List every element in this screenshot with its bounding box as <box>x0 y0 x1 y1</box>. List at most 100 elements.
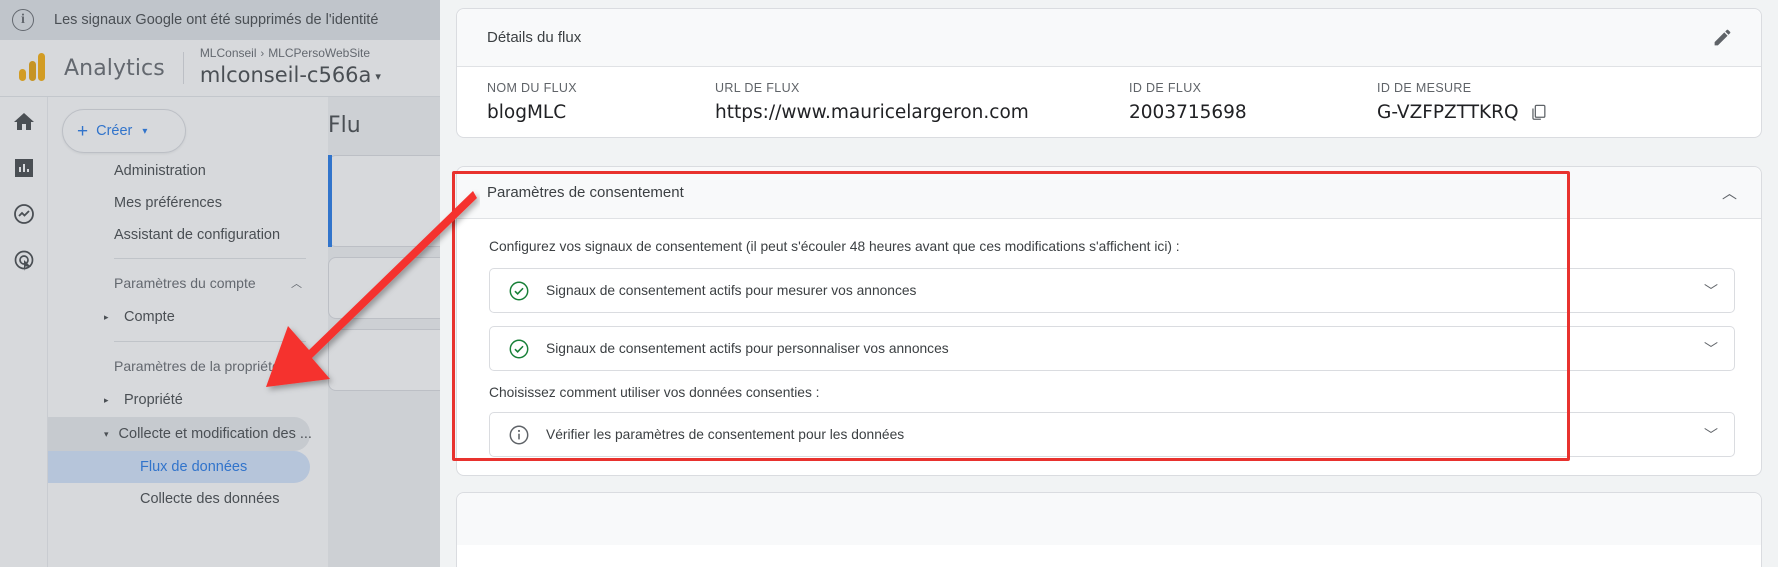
triangle-right-icon: ▸ <box>104 394 109 405</box>
consent-description: Configurez vos signaux de consentement (… <box>489 239 1180 254</box>
chevron-down-icon: ▾ <box>375 69 381 83</box>
sidebar-item-administration[interactable]: Administration <box>48 155 328 187</box>
chevron-down-icon[interactable]: ﹀ <box>1704 281 1718 301</box>
peek-card <box>328 257 440 319</box>
stream-details-card: Détails du flux NOM DU FLUX blogMLC URL … <box>456 8 1762 138</box>
field-measurement-id: ID DE MESURE G-VZFPZTTKRQ <box>1377 81 1739 123</box>
consent-settings-wrapper: Paramètres de consentement ︿ Configurez … <box>456 166 1762 476</box>
page-title: Flu <box>328 113 361 138</box>
triangle-right-icon: ▸ <box>104 311 109 322</box>
chevron-down-icon[interactable]: ﹀ <box>1704 425 1718 445</box>
peek-card-accent <box>328 155 332 247</box>
sidebar-item-collecte-modification[interactable]: ▾ Collecte et modification des ... <box>48 417 312 451</box>
next-section-header <box>457 493 1761 545</box>
sidebar-group-property-settings[interactable]: Paramètres de la propriété ︿ <box>48 349 328 383</box>
triangle-down-icon: ▾ <box>104 428 109 439</box>
property-name[interactable]: mlconseil-c566a ▾ <box>200 62 381 90</box>
notification-text: Les signaux Google ont été supprimés de … <box>54 12 379 28</box>
copy-icon[interactable] <box>1529 103 1548 122</box>
field-value: G-VZFPZTTKRQ <box>1377 102 1519 123</box>
breadcrumb: MLConseil › MLCPersoWebSite <box>200 46 381 62</box>
create-button[interactable]: + Créer ▾ <box>62 109 186 153</box>
info-icon: i <box>12 9 34 31</box>
pencil-icon <box>1714 29 1730 46</box>
chevron-up-icon[interactable]: ︿ <box>1722 182 1737 203</box>
consent-row-verify-settings[interactable]: Vérifier les paramètres de consentement … <box>489 412 1735 457</box>
sidebar-item-label: Administration <box>114 163 206 179</box>
create-button-label: Créer <box>96 123 133 139</box>
plus-icon: + <box>77 120 89 142</box>
advertising-icon[interactable] <box>11 247 37 273</box>
sidebar-item-label: Collecte des données <box>140 491 280 507</box>
sidebar-group-account-settings[interactable]: Paramètres du compte ︿ <box>48 266 328 300</box>
sidebar-item-propriete[interactable]: ▸ Propriété <box>48 383 328 417</box>
reports-icon[interactable] <box>11 155 37 181</box>
chevron-down-icon: ▾ <box>142 125 148 137</box>
consent-row-label: Signaux de consentement actifs pour mesu… <box>546 283 917 298</box>
sidebar-divider <box>114 258 306 259</box>
sidebar-item-compte[interactable]: ▸ Compte <box>48 300 328 334</box>
sidebar-group-label: Paramètres du compte <box>114 275 256 291</box>
edit-button[interactable] <box>1705 21 1739 55</box>
field-label: URL DE FLUX <box>715 81 800 95</box>
consent-row-measure-ads[interactable]: Signaux de consentement actifs pour mesu… <box>489 268 1735 313</box>
analytics-wordmark: Analytics <box>64 55 165 81</box>
analytics-app-background: i Les signaux Google ont été supprimés d… <box>0 0 440 567</box>
consent-settings-title: Paramètres de consentement <box>487 184 684 201</box>
next-section-card <box>456 492 1762 567</box>
stream-detail-panel: Détails du flux NOM DU FLUX blogMLC URL … <box>440 0 1778 567</box>
consent-row-personalize-ads[interactable]: Signaux de consentement actifs pour pers… <box>489 326 1735 371</box>
icon-rail <box>0 97 48 567</box>
sidebar-divider <box>114 341 306 342</box>
sidebar-item-label: Compte <box>124 309 175 325</box>
stream-details-title: Détails du flux <box>487 29 582 46</box>
field-value: https://www.mauricelargeron.com <box>715 102 1029 123</box>
sidebar-item-collecte-des-donnees[interactable]: Collecte des données <box>48 483 328 515</box>
sidebar-item-flux-de-donnees[interactable]: Flux de données <box>48 451 310 483</box>
sidebar-item-label: Assistant de configuration <box>114 227 281 243</box>
breadcrumb-account: MLConseil <box>199 46 257 61</box>
field-label: ID DE MESURE <box>1377 81 1472 95</box>
stream-details-header: Détails du flux <box>457 9 1761 67</box>
sidebar-item-setup-assistant[interactable]: Assistant de configuration <box>48 219 328 251</box>
content-area-peek: Flu <box>328 97 440 567</box>
chevron-down-icon[interactable]: ﹀ <box>1704 339 1718 359</box>
notification-banner: i Les signaux Google ont été supprimés d… <box>0 0 440 40</box>
field-stream-id: ID DE FLUX 2003715698 <box>1129 81 1377 123</box>
consent-settings-body: Configurez vos signaux de consentement (… <box>457 219 1761 475</box>
consent-secondary-description: Choisissez comment utiliser vos données … <box>489 385 820 400</box>
property-name-label: mlconseil-c566a <box>199 63 372 88</box>
check-circle-icon <box>508 280 530 302</box>
consent-row-label: Vérifier les paramètres de consentement … <box>546 427 905 442</box>
header-divider <box>182 52 184 84</box>
consent-row-label: Signaux de consentement actifs pour pers… <box>546 341 949 356</box>
info-circle-icon <box>508 424 530 446</box>
sidebar-group-label: Paramètres de la propriété <box>114 358 280 374</box>
check-circle-icon <box>508 338 530 360</box>
sidebar-item-label: Collecte et modification des ... <box>118 426 312 442</box>
chevron-up-icon: ︿ <box>291 278 302 290</box>
breadcrumb-property: MLCPersoWebSite <box>268 46 371 61</box>
consent-settings-header[interactable]: Paramètres de consentement ︿ <box>457 167 1761 219</box>
sidebar-item-preferences[interactable]: Mes préférences <box>48 187 328 219</box>
explore-icon[interactable] <box>11 201 37 227</box>
breadcrumb-separator: › <box>260 48 265 61</box>
peek-card <box>328 329 440 391</box>
field-label: NOM DU FLUX <box>487 81 577 95</box>
field-value-row: G-VZFPZTTKRQ <box>1377 102 1739 123</box>
field-label: ID DE FLUX <box>1129 81 1202 95</box>
sidebar-item-label: Mes préférences <box>114 195 222 211</box>
field-value: blogMLC <box>487 102 567 123</box>
screenshot-root: i Les signaux Google ont été supprimés d… <box>0 0 1778 567</box>
consent-settings-card: Paramètres de consentement ︿ Configurez … <box>456 166 1762 476</box>
peek-card <box>328 155 440 247</box>
sidebar-nav: + Créer ▾ Administration Mes préférences… <box>48 97 328 567</box>
field-stream-name: NOM DU FLUX blogMLC <box>487 81 715 123</box>
property-selector[interactable]: MLConseil › MLCPersoWebSite mlconseil-c566… <box>200 46 381 90</box>
stream-details-fields: NOM DU FLUX blogMLC URL DE FLUX https://… <box>457 67 1761 123</box>
sidebar-item-label: Propriété <box>124 392 183 408</box>
field-value: 2003715698 <box>1129 102 1247 123</box>
home-icon[interactable] <box>11 109 37 135</box>
sidebar-item-label: Flux de données <box>140 459 248 475</box>
chevron-up-icon: ︿ <box>291 361 302 373</box>
